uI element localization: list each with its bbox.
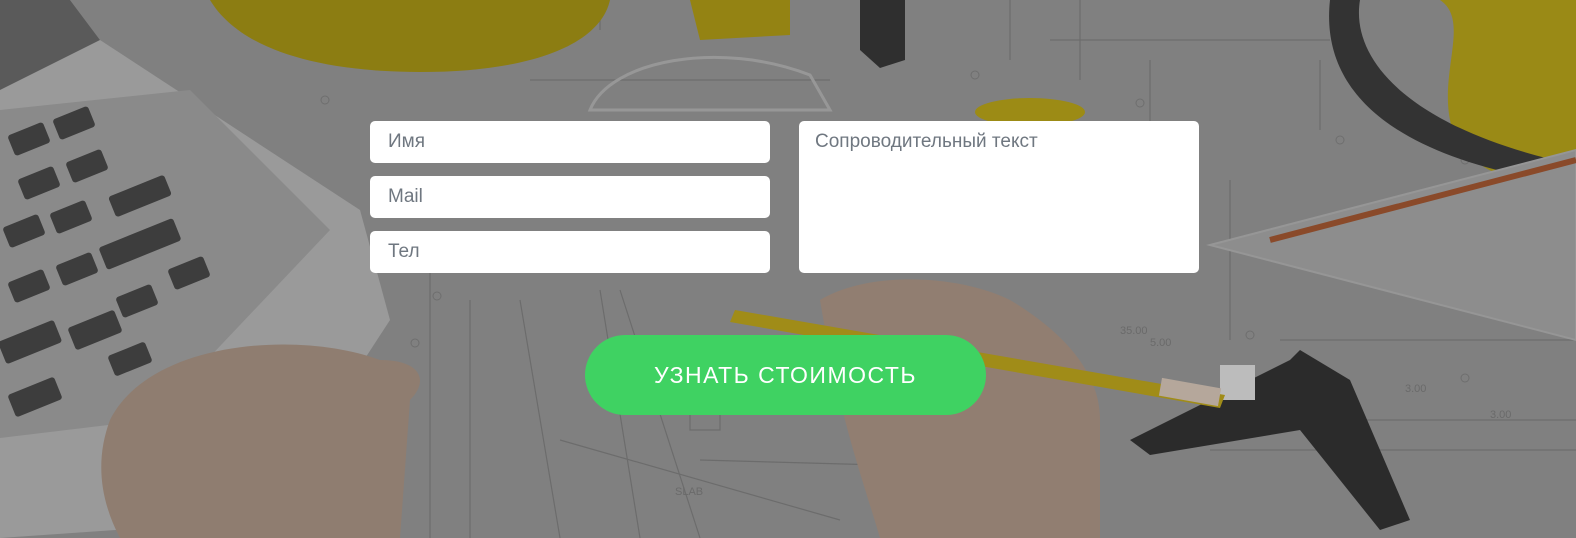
svg-text:3.00: 3.00 — [1490, 409, 1511, 421]
svg-text:SLAB: SLAB — [675, 486, 703, 498]
svg-text:5.00: 5.00 — [1150, 337, 1171, 349]
background-photo: 35.005.00 3.003.00 4.00SLAB — [0, 0, 1576, 538]
svg-text:35.00: 35.00 — [1120, 325, 1148, 337]
message-textarea[interactable] — [799, 121, 1199, 273]
mail-input[interactable] — [370, 176, 770, 218]
phone-input[interactable] — [370, 231, 770, 273]
name-input[interactable] — [370, 121, 770, 163]
get-price-button[interactable]: УЗНАТЬ СТОИМОСТЬ — [585, 335, 986, 415]
svg-text:3.00: 3.00 — [1405, 383, 1426, 395]
